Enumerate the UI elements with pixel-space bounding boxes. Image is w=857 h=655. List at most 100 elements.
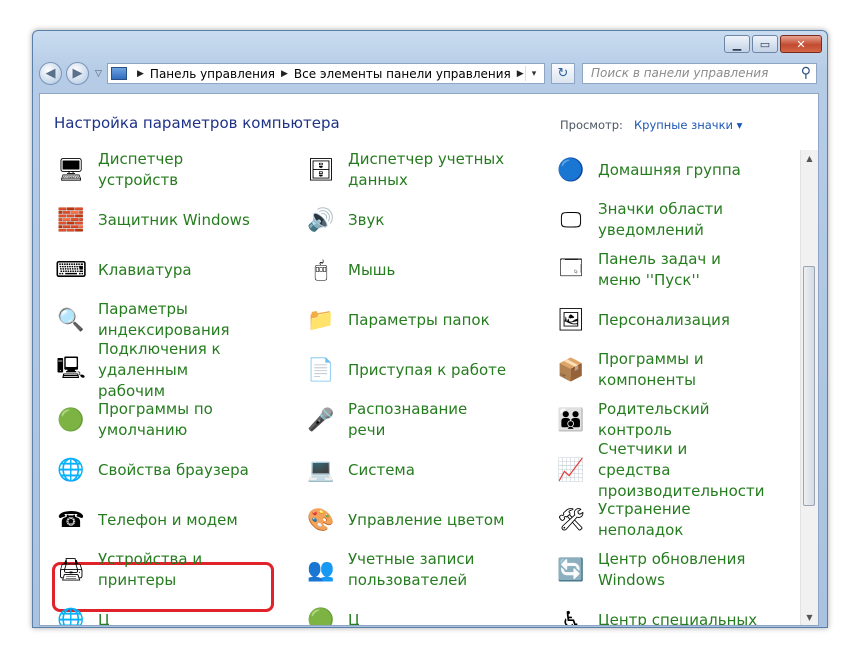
item-label[interactable]: Диспетчер устройств — [98, 150, 258, 191]
control-panel-item-default-programs[interactable]: 🟢 Программы по умолчанию — [54, 400, 258, 440]
control-panel-item-parental-controls[interactable]: 👪 Родительский контроль — [554, 400, 758, 440]
address-dropdown[interactable]: ▾ — [525, 66, 542, 81]
control-panel-item-color-management[interactable]: 🎨 Управление цветом — [304, 500, 504, 540]
control-panel-item-partial-item[interactable]: 🟢 Ц — [304, 600, 360, 626]
devices-printers-icon: 🖨 — [57, 557, 85, 583]
item-label[interactable]: Устранение неполадок — [598, 499, 758, 541]
item-label[interactable]: Центр специальных — [598, 610, 757, 626]
control-panel-window: ▁ ▭ ✕ ◀ ▶ ▽ ▶ Панель управления ▶ Все эл… — [32, 30, 828, 628]
mouse-icon: 🖱 — [314, 257, 328, 283]
item-label[interactable]: Параметры индексирования — [98, 299, 258, 341]
item-label[interactable]: Распознавание речи — [348, 399, 508, 441]
control-panel-item-personalization[interactable]: 🖼 Персонализация — [554, 300, 730, 340]
item-label[interactable]: Защитник Windows — [98, 210, 250, 231]
control-panel-item-homegroup[interactable]: 🔵 Домашняя группа — [554, 150, 741, 190]
back-button[interactable]: ◀ — [39, 62, 62, 85]
breadcrumb-all-items[interactable]: Все элементы панели управления — [294, 67, 511, 81]
item-label[interactable]: Управление цветом — [348, 510, 504, 531]
getting-started-icon: 📄 — [307, 357, 335, 383]
item-label[interactable]: Центр обновления Windows — [598, 549, 758, 591]
control-panel-item-notification-icons[interactable]: 🖵 Значки области уведомлений — [554, 200, 758, 240]
internet-options-icon: 🌐 — [57, 457, 85, 483]
ease-of-access-icon: ♿ — [561, 607, 581, 626]
scroll-thumb[interactable] — [803, 266, 815, 506]
item-label[interactable]: Подключения к удаленным рабочим — [98, 339, 258, 402]
control-panel-item-windows-defender[interactable]: 🧱 Защитник Windows — [54, 200, 250, 240]
breadcrumb-arrow[interactable]: ▶ — [281, 69, 288, 79]
item-label[interactable]: Учетные записи пользователей — [348, 549, 508, 591]
search-icon[interactable]: ⚲ — [801, 64, 811, 83]
sound-icon: 🔊 — [307, 207, 335, 233]
vertical-scrollbar[interactable]: ▲ ▼ — [800, 150, 818, 625]
taskbar-icon: 🗔 — [559, 256, 583, 281]
control-panel-item-credential-manager[interactable]: 🗄 Диспетчер учетных данных — [304, 150, 508, 190]
item-label[interactable]: Телефон и модем — [98, 510, 238, 531]
parental-controls-icon: 👪 — [557, 407, 585, 433]
control-panel-item-taskbar[interactable]: 🗔 Панель задач и меню ''Пуск'' — [554, 250, 758, 290]
forward-button[interactable]: ▶ — [66, 62, 89, 85]
close-button[interactable]: ✕ — [780, 35, 822, 53]
control-panel-item-devices-printers[interactable]: 🖨 Устройства и принтеры — [54, 550, 258, 590]
control-panel-item-device-manager[interactable]: 🖥 Диспетчер устройств — [54, 150, 258, 190]
maximize-button[interactable]: ▭ — [752, 35, 778, 53]
address-bar[interactable]: ▶ Панель управления ▶ Все элементы панел… — [107, 63, 545, 84]
control-panel-item-sound[interactable]: 🔊 Звук — [304, 200, 384, 240]
control-panel-item-programs-features[interactable]: 📦 Программы и компоненты — [554, 350, 758, 390]
item-label[interactable]: Программы и компоненты — [598, 349, 758, 391]
control-panel-item-indexing[interactable]: 🔍 Параметры индексирования — [54, 300, 258, 340]
view-by-dropdown[interactable]: Крупные значки ▾ — [634, 118, 742, 132]
item-label[interactable]: Параметры папок — [348, 310, 490, 331]
credential-manager-icon: 🗄 — [307, 157, 335, 183]
control-panel-item-user-accounts[interactable]: 👥 Учетные записи пользователей — [304, 550, 508, 590]
control-panel-item-speech-recognition[interactable]: 🎤 Распознавание речи — [304, 400, 508, 440]
item-label[interactable]: Ц — [98, 610, 110, 626]
item-label[interactable]: Мышь — [348, 260, 395, 281]
control-panel-item-folder-options[interactable]: 📁 Параметры папок — [304, 300, 490, 340]
item-label[interactable]: Родительский контроль — [598, 399, 758, 441]
item-label[interactable]: Панель задач и меню ''Пуск'' — [598, 249, 758, 291]
control-panel-item-phone-modem[interactable]: ☎ Телефон и модем — [54, 500, 238, 540]
scroll-down-arrow[interactable]: ▼ — [801, 609, 818, 625]
partial-item-icon: 🟢 — [307, 607, 335, 626]
item-label[interactable]: Персонализация — [598, 310, 730, 331]
item-label[interactable]: Клавиатура — [98, 260, 192, 281]
item-label[interactable]: Значки области уведомлений — [598, 199, 758, 241]
search-input[interactable]: Поиск в панели управления ⚲ — [582, 63, 817, 84]
user-accounts-icon: 👥 — [307, 557, 335, 583]
breadcrumb-arrow[interactable]: ▶ — [137, 69, 144, 79]
item-label[interactable]: Ц — [348, 610, 360, 626]
notification-icons-icon: 🖵 — [560, 207, 582, 233]
control-panel-item-getting-started[interactable]: 📄 Приступая к работе — [304, 350, 506, 390]
scroll-up-arrow[interactable]: ▲ — [801, 150, 818, 167]
control-panel-item-remote-desktop[interactable]: 🖳 Подключения к удаленным рабочим — [54, 340, 258, 400]
item-label[interactable]: Приступая к работе — [348, 360, 506, 381]
minimize-button[interactable]: ▁ — [724, 35, 750, 53]
search-placeholder: Поиск в панели управления — [591, 66, 769, 80]
refresh-button[interactable]: ↻ — [551, 63, 575, 84]
control-panel-item-system[interactable]: 💻 Система — [304, 450, 415, 490]
item-label[interactable]: Свойства браузера — [98, 460, 249, 481]
recent-pages-dropdown[interactable]: ▽ — [95, 69, 102, 79]
control-panel-item-partial-item[interactable]: 🌐 Ц — [54, 600, 110, 626]
content-pane: Настройка параметров компьютера Просмотр… — [39, 93, 819, 626]
control-panel-items: 🖥 Диспетчер устройств 🗄 Диспетчер учетных д… — [40, 150, 802, 626]
item-label[interactable]: Система — [348, 460, 415, 481]
breadcrumb-arrow[interactable]: ▶ — [517, 69, 524, 79]
control-panel-item-windows-update[interactable]: 🔄 Центр обновления Windows — [554, 550, 758, 590]
control-panel-item-keyboard[interactable]: ⌨ Клавиатура — [54, 250, 192, 290]
control-panel-item-troubleshooting[interactable]: 🛠 Устранение неполадок — [554, 500, 758, 540]
breadcrumb-control-panel[interactable]: Панель управления — [150, 67, 275, 81]
control-panel-item-mouse[interactable]: 🖱 Мышь — [304, 250, 395, 290]
keyboard-icon: ⌨ — [55, 257, 87, 283]
item-label[interactable]: Счетчики и средства производительности — [598, 439, 764, 502]
item-label[interactable]: Домашняя группа — [598, 160, 741, 181]
phone-modem-icon: ☎ — [57, 507, 85, 533]
item-label[interactable]: Звук — [348, 210, 384, 231]
item-label[interactable]: Устройства и принтеры — [98, 549, 258, 591]
control-panel-item-performance[interactable]: 📈 Счетчики и средства производительности — [554, 440, 764, 500]
item-label[interactable]: Программы по умолчанию — [98, 399, 258, 441]
item-label[interactable]: Диспетчер учетных данных — [348, 150, 508, 191]
control-panel-item-ease-of-access[interactable]: ♿ Центр специальных — [554, 600, 757, 626]
control-panel-item-internet-options[interactable]: 🌐 Свойства браузера — [54, 450, 249, 490]
window-controls: ▁ ▭ ✕ — [724, 35, 822, 53]
